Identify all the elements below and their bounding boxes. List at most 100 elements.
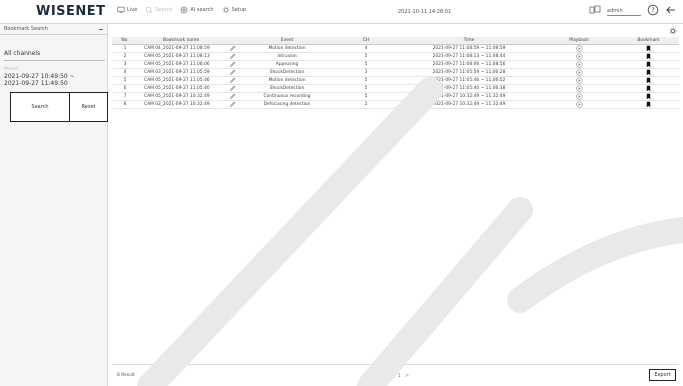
- user-name: admin: [607, 8, 623, 14]
- table-row[interactable]: 3 CAM 05_2021-09-27 11:08:06 Appearing 5 202…: [112, 60, 679, 68]
- menu-live[interactable]: Live: [117, 6, 137, 14]
- column-header-ch[interactable]: CH: [334, 37, 398, 45]
- playback-icon[interactable]: [575, 100, 583, 108]
- column-header-event[interactable]: Event: [240, 37, 334, 45]
- playback-icon[interactable]: [575, 84, 583, 92]
- edit-icon[interactable]: [229, 69, 236, 76]
- edit-icon-cell: [224, 92, 240, 100]
- bookmark-icon[interactable]: [645, 45, 652, 52]
- reset-button[interactable]: Reset: [70, 92, 108, 122]
- bookmark-list: No. Bookmark name Event CH Time Playback…: [112, 37, 683, 109]
- menu-search[interactable]: Search: [145, 6, 172, 14]
- playback-icon[interactable]: [575, 52, 583, 60]
- event-notification-icon[interactable]: [589, 4, 601, 16]
- menu-setup-label: Setup: [231, 7, 247, 13]
- help-icon[interactable]: ?: [647, 4, 659, 16]
- table-row[interactable]: 7 CAM 05_2021-09-27 10:32:49 Continuous re…: [112, 92, 679, 100]
- next-page-button[interactable]: >: [405, 373, 409, 379]
- column-header-edit: [224, 37, 240, 45]
- sidebar-header: Bookmark Search: [0, 24, 107, 35]
- table-row[interactable]: 6 CAM 05_2021-09-27 11:05:40 ShockDetectio…: [112, 84, 679, 92]
- bookmark-icon[interactable]: [645, 77, 652, 84]
- cell-channel: 4: [364, 45, 368, 51]
- playback-icon[interactable]: [575, 44, 583, 52]
- edit-icon[interactable]: [229, 101, 236, 108]
- bookmark-icon-cell: [618, 44, 679, 52]
- table-row[interactable]: 5 CAM 05_2021-09-27 11:05:46 Motion detect…: [112, 76, 679, 84]
- bookmark-icon-cell: [618, 84, 679, 92]
- sidebar: Bookmark Search All channels Period 2021…: [0, 24, 108, 386]
- cell-no: 6: [123, 85, 127, 91]
- monitor-icon: [117, 6, 125, 14]
- svg-text:?: ?: [651, 6, 654, 14]
- collapse-icon[interactable]: [99, 28, 103, 30]
- menu-search-label: Search: [155, 7, 173, 13]
- menu-setup[interactable]: Setup: [222, 6, 247, 14]
- bookmark-icon[interactable]: [645, 93, 652, 100]
- column-header-name[interactable]: Bookmark name: [138, 37, 224, 45]
- column-header-bookmark: Bookmark: [618, 37, 679, 45]
- prev-page-button[interactable]: <: [379, 373, 383, 379]
- playback-icon-cell: [540, 44, 618, 52]
- edit-icon[interactable]: [229, 77, 236, 84]
- playback-icon-cell: [540, 76, 618, 84]
- table-header: No. Bookmark name Event CH Time Playback…: [112, 37, 679, 45]
- table-row[interactable]: 2 CAM 05_2021-09-27 11:08:13 Intrusion 5 202…: [112, 52, 679, 60]
- playback-icon[interactable]: [575, 68, 583, 76]
- column-header-no[interactable]: No.: [112, 37, 138, 45]
- playback-icon-cell: [540, 84, 618, 92]
- cell-time: 2021-09-27 11:05:59 ~ 11:06:28: [432, 69, 506, 75]
- cell-no: 2: [123, 53, 127, 59]
- bookmark-icon[interactable]: [645, 85, 652, 92]
- table-row[interactable]: 4 CAM 03_2021-09-27 11:05:59 ShockDetectio…: [112, 68, 679, 76]
- edit-icon[interactable]: [229, 61, 236, 68]
- edit-icon[interactable]: [229, 85, 236, 92]
- user-menu[interactable]: admin: [607, 4, 641, 16]
- playback-icon[interactable]: [575, 76, 583, 84]
- bookmark-icon-cell: [618, 68, 679, 76]
- edit-icon[interactable]: [229, 53, 236, 60]
- cell-bookmark-name: CAM 03_2021-09-27 11:05:59: [144, 69, 210, 75]
- edit-icon-cell: [224, 84, 240, 92]
- bookmark-icon-cell: [618, 60, 679, 68]
- cell-channel: 5: [364, 77, 368, 83]
- menu-ai-search[interactable]: AI search: [180, 6, 214, 14]
- cell-bookmark-name: CAM 05_2021-09-27 11:05:40: [144, 85, 210, 91]
- bookmark-icon-cell: [618, 52, 679, 60]
- period-field[interactable]: 2021-09-27 10:49:50 ~ 2021-09-27 11:49:5…: [4, 73, 103, 87]
- playback-icon-cell: [540, 68, 618, 76]
- bookmark-icon[interactable]: [645, 101, 652, 108]
- logo: WISENET: [36, 4, 106, 19]
- column-header-time[interactable]: Time: [398, 37, 540, 45]
- channel-select[interactable]: All channels: [4, 45, 105, 61]
- edit-icon-cell: [224, 44, 240, 52]
- table-row[interactable]: 8 CAM 02_2021-09-27 10:32:49 Defocusing de…: [112, 100, 679, 108]
- bookmark-icon[interactable]: [645, 53, 652, 60]
- cell-bookmark-name: CAM 04_2021-09-27 11:08:59: [144, 45, 210, 51]
- bookmark-icon[interactable]: [645, 61, 652, 68]
- playback-icon[interactable]: [575, 92, 583, 100]
- table-row[interactable]: 1 CAM 04_2021-09-27 11:08:59 Motion detect…: [112, 44, 679, 52]
- cell-bookmark-name: CAM 05_2021-09-27 11:08:06: [144, 61, 210, 67]
- cell-no: 3: [123, 61, 127, 67]
- playback-icon[interactable]: [575, 60, 583, 68]
- bookmark-icon[interactable]: [645, 69, 652, 76]
- edit-icon[interactable]: [229, 45, 236, 52]
- cell-bookmark-name: CAM 05_2021-09-27 10:32:49: [144, 93, 210, 99]
- menu-ai-search-label: AI search: [190, 7, 214, 13]
- cell-time: 2021-09-27 11:05:46 ~ 11:06:52: [432, 77, 506, 83]
- playback-icon-cell: [540, 100, 618, 108]
- period-caption: Period: [4, 67, 19, 72]
- search-button[interactable]: Search: [10, 92, 70, 122]
- cell-time: 2021-09-27 11:08:13 ~ 11:08:44: [432, 53, 506, 59]
- result-count: 8 Result: [117, 373, 135, 378]
- cell-channel: 5: [364, 53, 368, 59]
- logout-icon[interactable]: [665, 4, 677, 16]
- cell-event: Defocusing detection: [263, 101, 311, 107]
- edit-icon[interactable]: [229, 93, 236, 100]
- bookmark-table: No. Bookmark name Event CH Time Playback…: [112, 37, 679, 109]
- current-page[interactable]: 1: [387, 372, 391, 379]
- export-button[interactable]: Export: [649, 369, 676, 381]
- pagination: < 1 / 1 >: [379, 372, 409, 379]
- column-settings-icon[interactable]: [669, 27, 677, 35]
